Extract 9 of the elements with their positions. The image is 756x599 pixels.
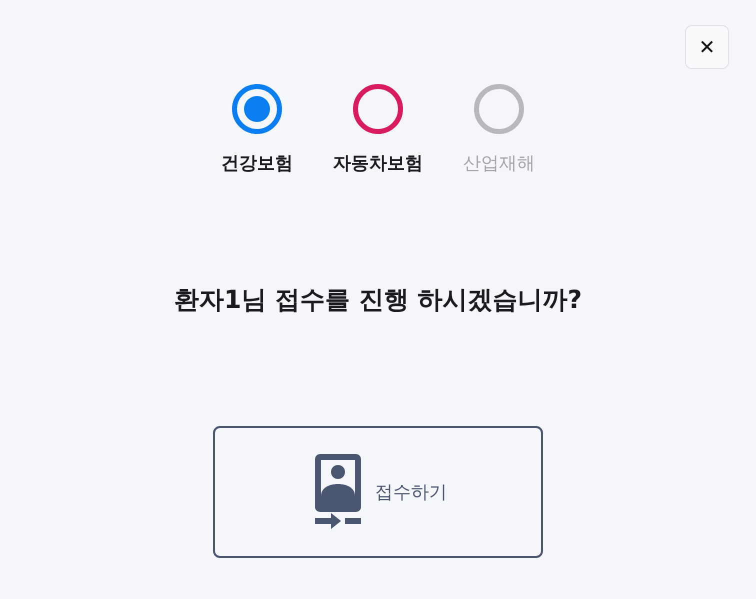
radio-label: 자동차보험 [333,152,423,175]
close-button[interactable]: ✕ [685,25,729,69]
radio-button[interactable] [353,84,403,134]
radio-label: 산업재해 [463,152,535,175]
patient-card-icon [315,454,361,530]
radio-button[interactable] [232,84,282,134]
submit-button[interactable]: 접수하기 [213,426,543,558]
confirmation-question: 환자1님 접수를 진행 하시겠습니까? [174,284,582,316]
radio-label: 건강보험 [221,152,293,175]
